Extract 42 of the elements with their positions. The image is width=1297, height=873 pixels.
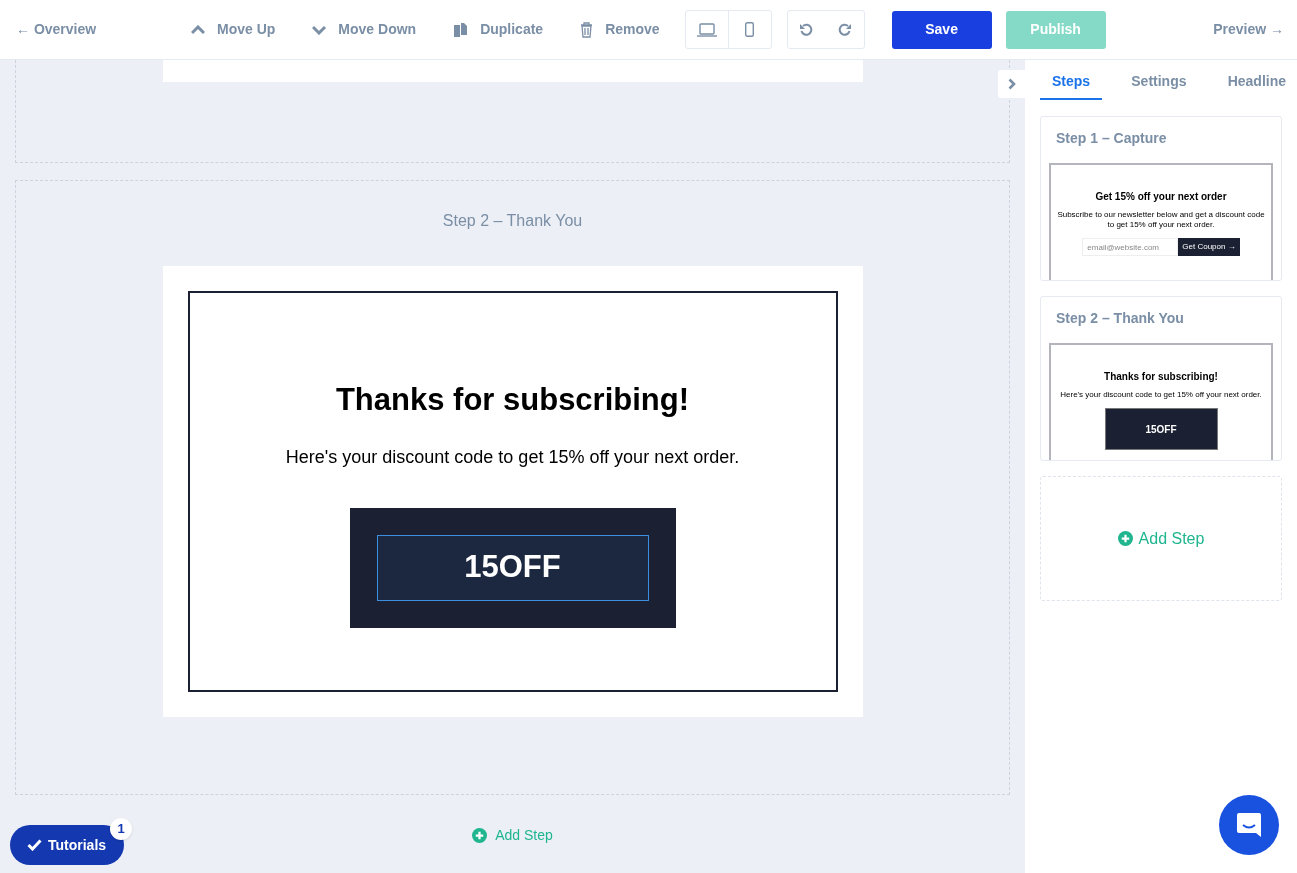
chat-icon — [1235, 811, 1263, 839]
add-step-button[interactable]: Add Step — [472, 825, 553, 846]
toolbar-button[interactable]: Move Up — [191, 19, 276, 40]
undo-icon — [799, 22, 815, 37]
thumbnail-text: Subscribe to our newsletter below and get a discount code to get 15% off your next order. — [1056, 210, 1266, 230]
discount-code: 15OFF — [376, 534, 649, 601]
toolbar-button[interactable]: Duplicate — [453, 19, 544, 40]
check-icon — [27, 839, 42, 851]
step-card[interactable]: Step 1 – Capture Get 15% off your next order Subscribe to our newsletter below and get a discount code to get 15% off your next order. email@website.com Get Coupon → — [1040, 116, 1282, 281]
redo-icon — [837, 22, 853, 37]
panel-tab[interactable]: Steps — [1040, 71, 1103, 100]
thumbnail-email-field[interactable]: email@website.com — [1082, 238, 1179, 256]
trash-icon — [580, 21, 594, 38]
chevron-up-icon — [191, 24, 205, 35]
thumbnail-heading: Get 15% off your next order — [1095, 190, 1227, 204]
panel-tab[interactable]: Headline — [1215, 71, 1297, 100]
panel-tab[interactable]: Settings — [1119, 71, 1199, 100]
chevron-down-icon — [312, 24, 327, 35]
chevron-right-icon — [1007, 78, 1016, 90]
toolbar-button[interactable]: Remove — [580, 19, 660, 40]
plus-icon — [472, 828, 488, 843]
duplicate-icon — [453, 21, 469, 38]
preview-link[interactable]: Preview → — [1213, 19, 1284, 40]
phone-icon — [745, 22, 755, 37]
step-card-title: Step 1 – Capture — [1055, 129, 1168, 148]
popup-heading: Thanks for subscribing! — [335, 381, 690, 419]
step-card[interactable]: Step 2 – Thank You Thanks for subscribing! Here's your discount code to get 15% off your next order. 15OFF — [1040, 296, 1282, 461]
collapse-panel-button[interactable] — [998, 70, 1025, 98]
thumbnail-coupon-button[interactable]: Get Coupon → — [1178, 238, 1240, 256]
save-button[interactable]: Save — [891, 10, 992, 49]
overview-link[interactable]: ← Overview — [16, 19, 191, 40]
notification-badge: 1 — [110, 818, 132, 840]
thumbnail-text: Here's your discount code to get 15% off your next order. — [1059, 390, 1263, 400]
plus-icon — [1117, 531, 1133, 546]
add-step-card[interactable]: Add Step — [1040, 476, 1282, 601]
step-title: Step 2 – Thank You — [442, 211, 583, 231]
toolbar-button[interactable]: Move Down — [312, 19, 417, 40]
laptop-icon — [696, 22, 717, 37]
popup-text: Here's your discount code to get 15% off your next order. — [285, 445, 740, 469]
thumbnail-code-block: 15OFF — [1104, 408, 1218, 450]
thumbnail-heading: Thanks for subscribing! — [1104, 370, 1218, 384]
step-card-title: Step 2 – Thank You — [1055, 309, 1185, 328]
